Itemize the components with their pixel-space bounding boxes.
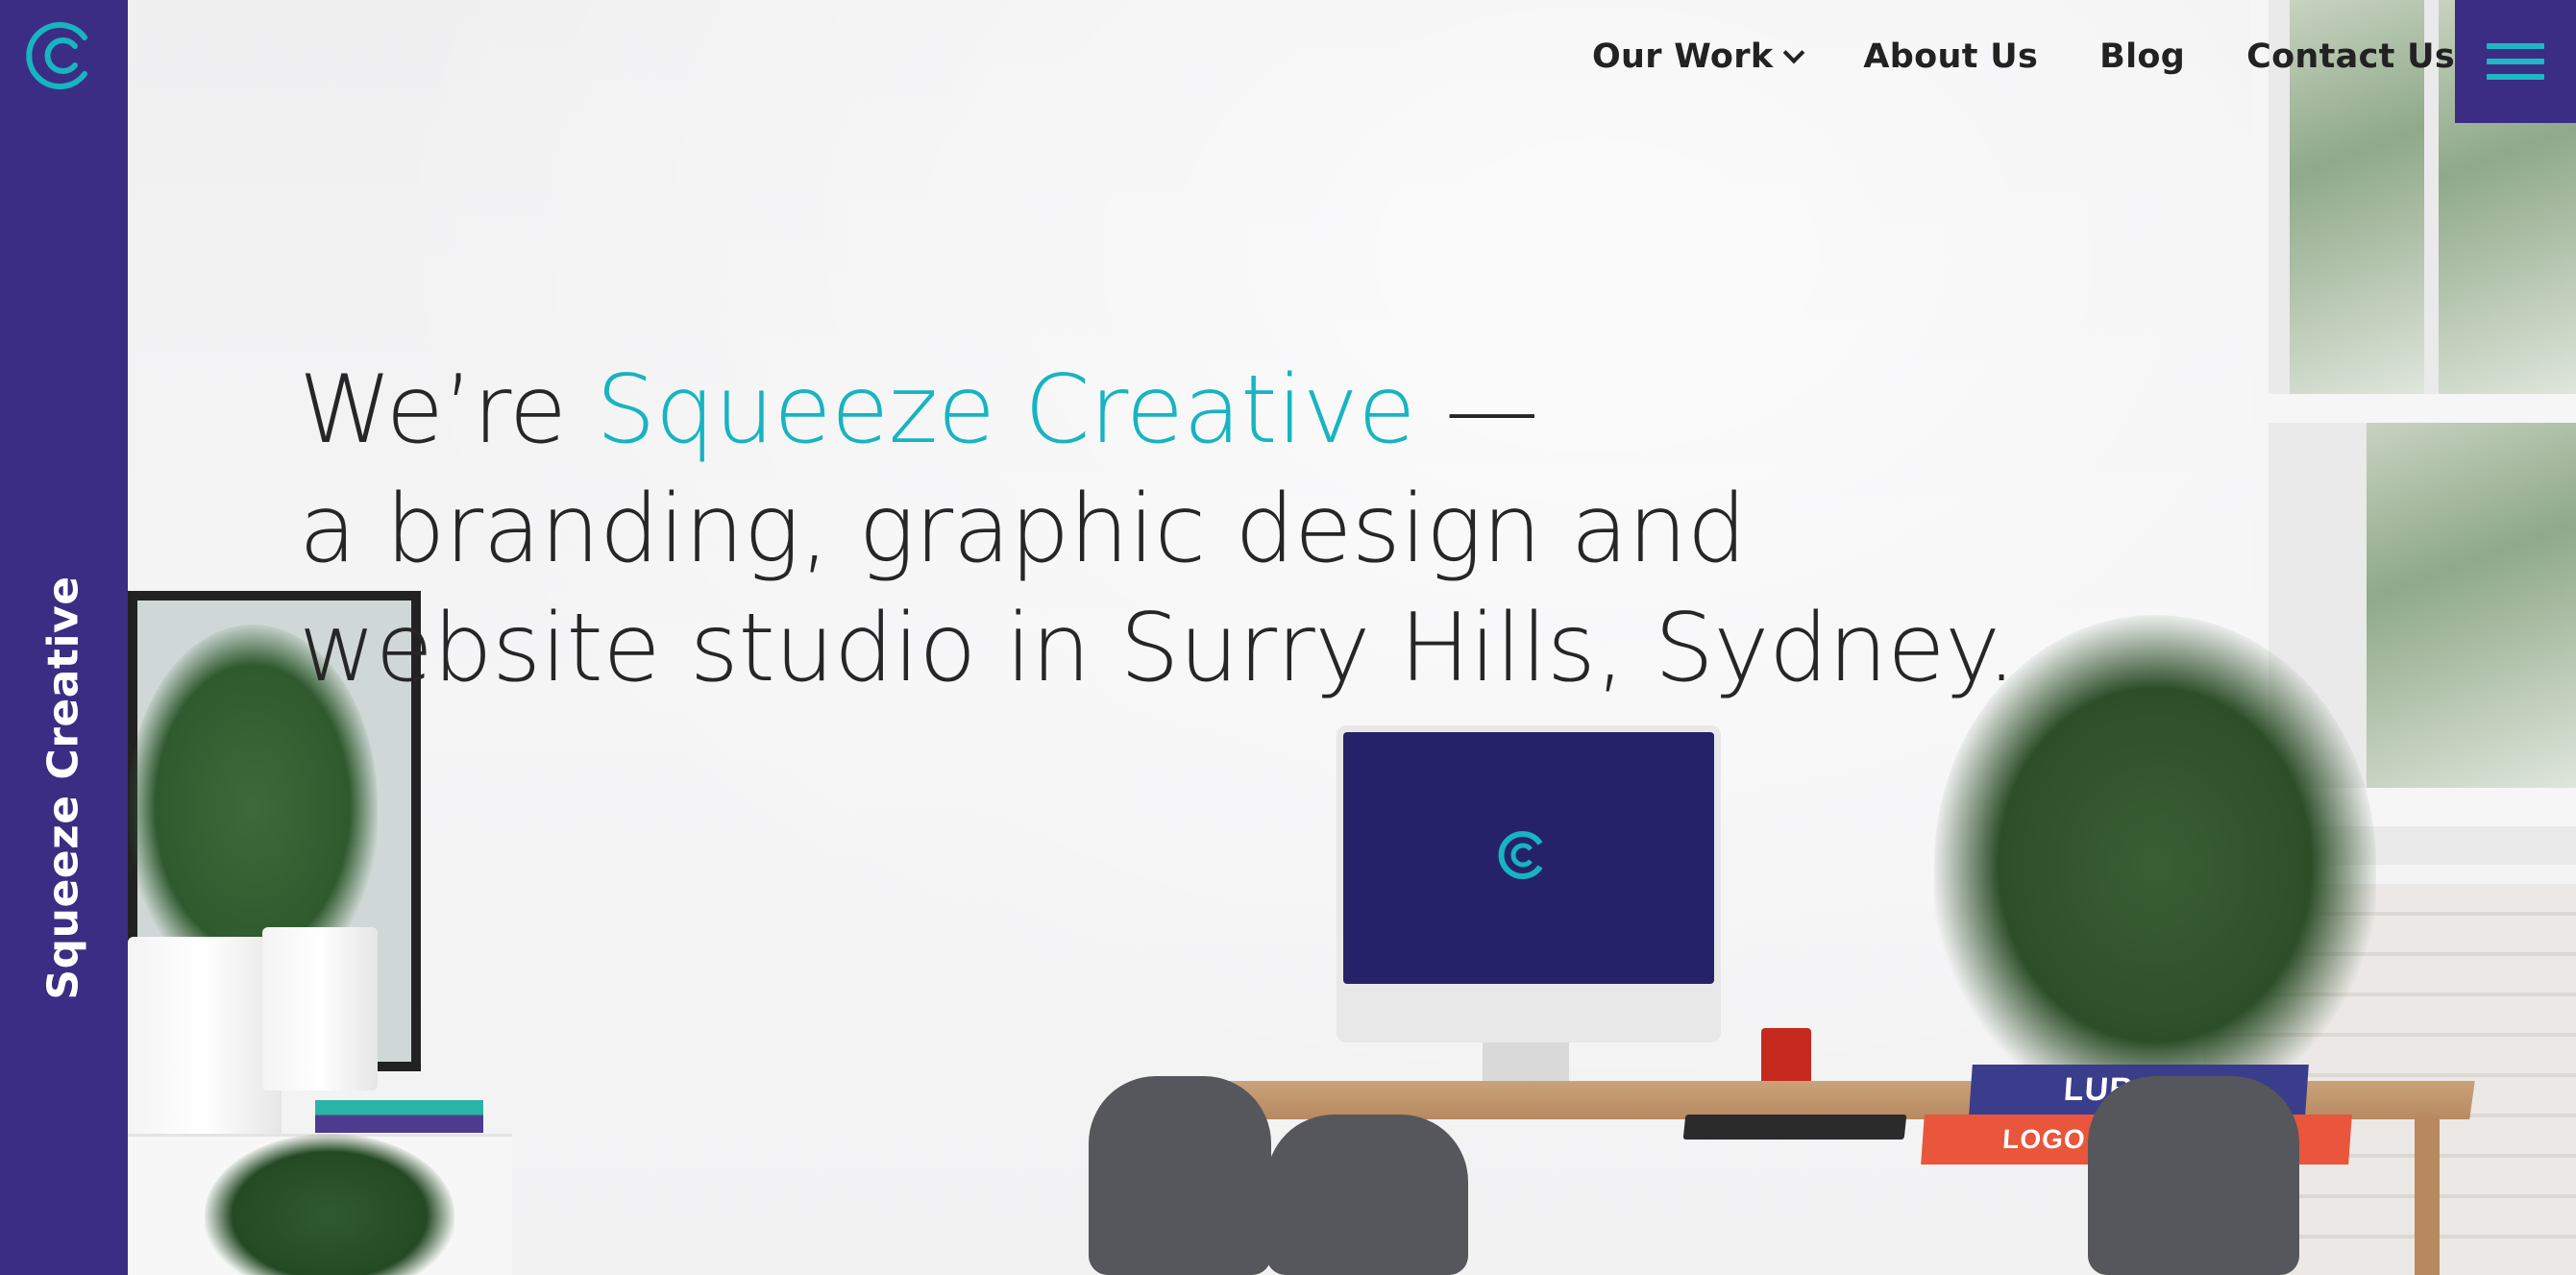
window-sash xyxy=(2251,394,2576,423)
nav-about-us-label: About Us xyxy=(1863,37,2039,76)
plant-pot-small xyxy=(262,927,378,1091)
squeeze-c-logo-icon[interactable] xyxy=(25,20,96,91)
nav-our-work-label: Our Work xyxy=(1591,37,1774,76)
chevron-down-icon xyxy=(1783,41,1805,64)
hamburger-menu-icon xyxy=(2487,43,2544,49)
headline-prefix: We’re xyxy=(299,356,597,465)
headline-suffix: — xyxy=(1415,356,1539,465)
desk-leg xyxy=(2415,1115,2440,1275)
headline-line-1: We’re Squeeze Creative — xyxy=(299,351,1932,470)
nav-blog[interactable]: Blog xyxy=(2099,37,2185,76)
nav-contact-us[interactable]: Contact Us xyxy=(2246,37,2455,76)
red-mug xyxy=(1761,1028,1811,1088)
shelf-books xyxy=(315,1100,483,1133)
plant-pot xyxy=(128,937,282,1139)
hamburger-menu-icon-bar xyxy=(2487,74,2544,80)
hero-headline: We’re Squeeze Creative — a branding, gra… xyxy=(299,351,2017,708)
nav-contact-us-label: Contact Us xyxy=(2246,37,2455,76)
chair xyxy=(2088,1076,2299,1275)
headline-brand-accent: Squeeze Creative xyxy=(596,356,1416,465)
top-navigation: Our Work About Us Blog Contact Us xyxy=(1592,0,2455,113)
hamburger-menu-icon-bar xyxy=(2487,59,2544,64)
headline-line-2: a branding, graphic design and xyxy=(299,475,1747,584)
monitor-stand xyxy=(1483,1042,1569,1081)
monitor-logo-icon xyxy=(1498,831,1543,879)
sidebar: Squeeze Creative xyxy=(0,0,128,1275)
menu-button[interactable] xyxy=(2455,0,2576,123)
headline-line-3: website studio in Surry Hills, Sydney. xyxy=(299,594,2017,703)
page: LUBALIN LOGO MODERNISM Squeeze Creative … xyxy=(0,0,2576,1275)
chair xyxy=(1089,1076,1271,1275)
nav-blog-label: Blog xyxy=(2099,37,2186,76)
nav-our-work[interactable]: Our Work xyxy=(1591,37,1805,76)
chair xyxy=(1266,1115,1468,1275)
sidebar-brand-name[interactable]: Squeeze Creative xyxy=(39,576,88,999)
notebook xyxy=(1682,1115,1907,1140)
nav-about-us[interactable]: About Us xyxy=(1863,37,2038,76)
window-pane xyxy=(2367,423,2576,788)
